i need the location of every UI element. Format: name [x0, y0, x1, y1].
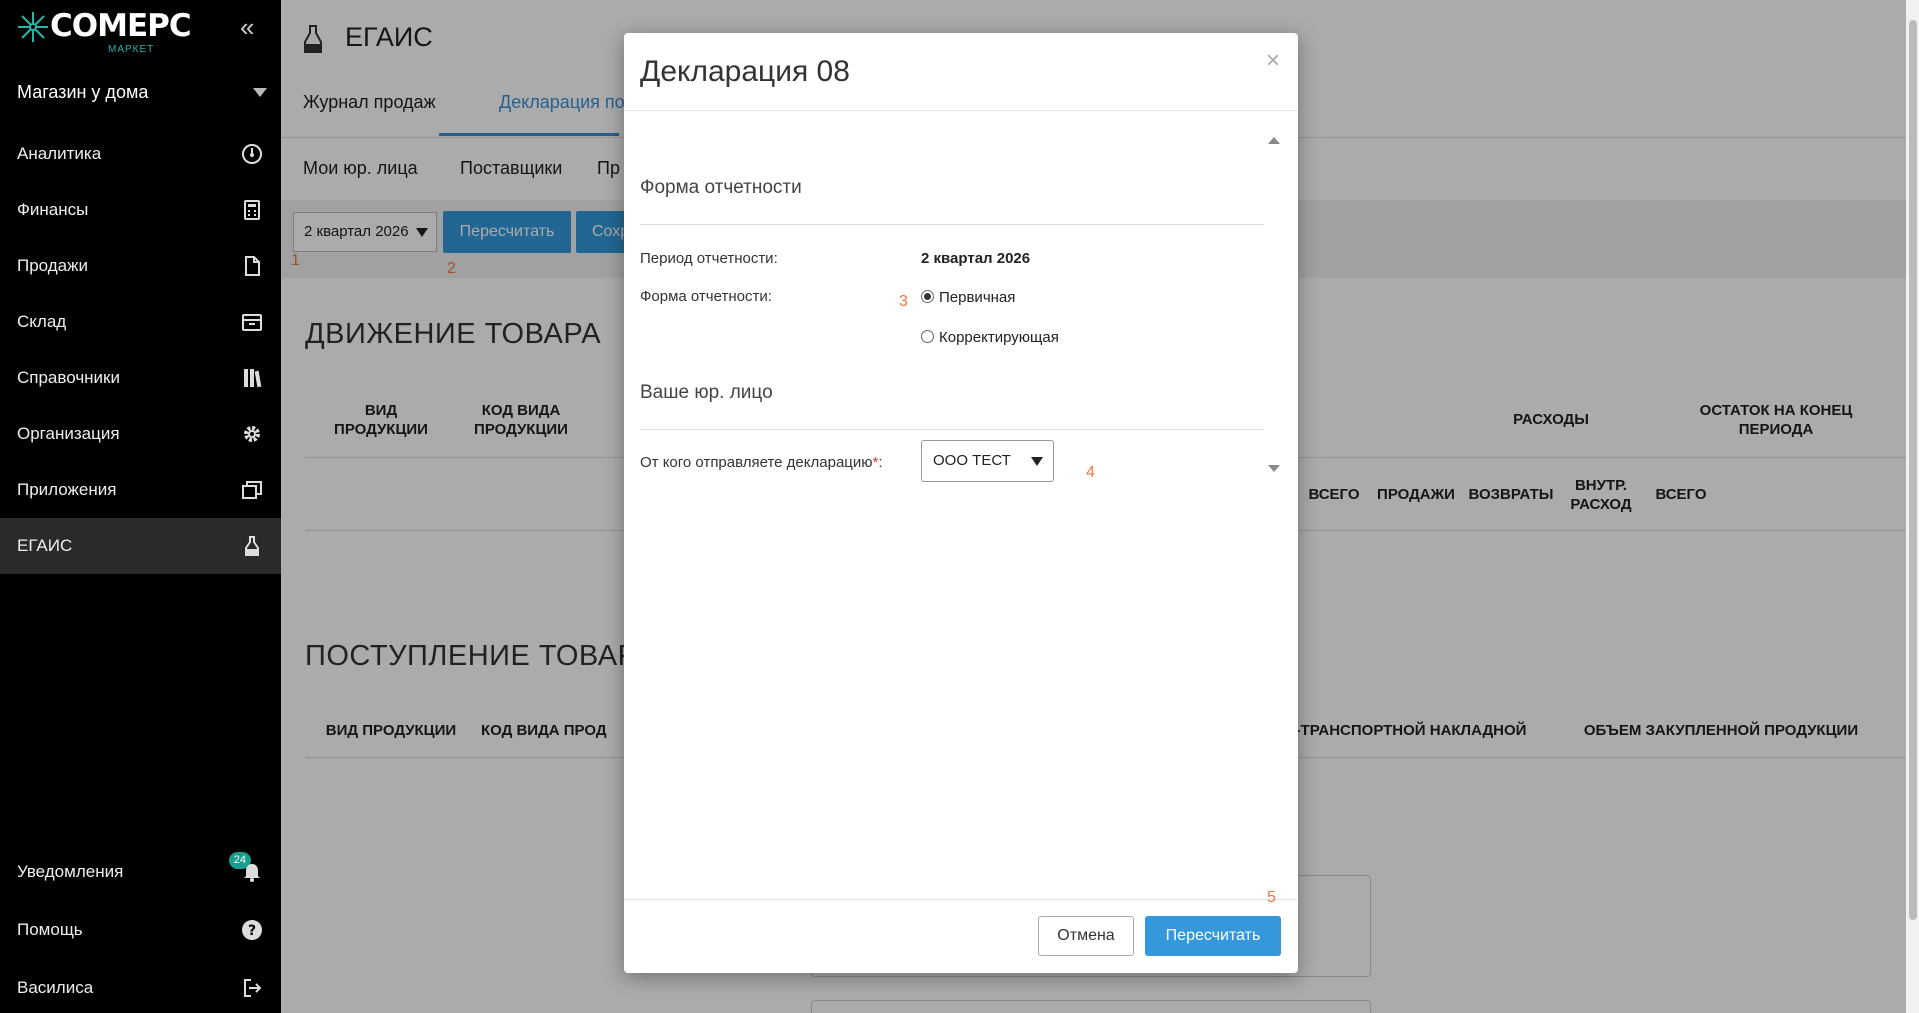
sidebar-item-sales[interactable]: Продажи: [0, 238, 281, 294]
section-report-form: Форма отчетности: [640, 177, 802, 198]
sidebar-item-label: Продажи: [17, 256, 88, 275]
sidebar-item-egais[interactable]: ЕГАИС: [0, 518, 281, 574]
collapse-sidebar-icon[interactable]: «: [240, 12, 254, 43]
chevron-down-icon: [1031, 457, 1043, 466]
logo[interactable]: COMEPC МАРКЕТ: [16, 6, 192, 56]
cancel-button[interactable]: Отмена: [1038, 916, 1134, 956]
sidebar-item-notifications[interactable]: Уведомления 24: [0, 844, 281, 900]
close-icon[interactable]: ×: [1266, 47, 1280, 75]
radio-label: Первичная: [939, 289, 1016, 306]
sidebar-item-directories[interactable]: Справочники: [0, 350, 281, 406]
gauge-icon: [242, 144, 262, 164]
modal-footer-divider: [624, 899, 1298, 900]
scrollbar-thumb[interactable]: [1909, 20, 1917, 920]
sidebar-item-help[interactable]: Помощь ?: [0, 902, 281, 958]
sidebar-item-label: Помощь: [17, 920, 83, 939]
sidebar-item-warehouse[interactable]: Склад: [0, 294, 281, 350]
sidebar-item-label: Справочники: [17, 368, 120, 387]
calculator-icon: [244, 200, 260, 220]
chevron-down-icon: [253, 88, 267, 97]
box-icon: [242, 314, 262, 331]
sidebar-item-label: Приложения: [17, 480, 117, 499]
gear-icon: [244, 426, 260, 442]
page-scrollbar[interactable]: [1906, 0, 1919, 1013]
radio-checked-icon: [921, 290, 934, 303]
document-icon: [245, 256, 260, 276]
scroll-down-icon[interactable]: [1268, 465, 1280, 472]
recalc-submit-button[interactable]: Пересчитать: [1145, 916, 1281, 956]
scroll-up-icon[interactable]: [1268, 137, 1280, 144]
sender-label-colon: :: [878, 454, 883, 471]
logo-sub: МАРКЕТ: [108, 44, 155, 55]
declaration-modal: Декларация 08 × Форма отчетности Период …: [624, 33, 1298, 973]
store-name: Магазин у дома: [17, 82, 149, 102]
sender-label-text: От кого отправляете декларацию: [640, 454, 873, 471]
sender-select-value: ООО ТЕСТ: [933, 452, 1011, 469]
section-divider: [640, 224, 1264, 225]
sidebar-item-label: Финансы: [17, 200, 89, 219]
sender-label: От кого отправляете декларацию*:: [640, 454, 883, 471]
sidebar-item-user[interactable]: Василиса: [0, 960, 281, 1013]
books-icon: [244, 369, 262, 388]
section-entity: Ваше юр. лицо: [640, 382, 773, 403]
sidebar-item-label: Аналитика: [17, 144, 102, 163]
modal-title: Декларация 08: [640, 55, 850, 88]
step-marker: 4: [1086, 464, 1095, 481]
sidebar-item-label: Организация: [17, 424, 120, 443]
modal-body: Форма отчетности Период отчетности: 2 кв…: [640, 133, 1264, 513]
sidebar: COMEPC МАРКЕТ « Магазин у дома Аналитика…: [0, 0, 281, 1013]
period-label: Период отчетности:: [640, 250, 778, 267]
sender-select[interactable]: ООО ТЕСТ: [921, 440, 1054, 482]
sidebar-item-label: ЕГАИС: [17, 536, 73, 555]
sidebar-item-label: Склад: [17, 312, 67, 331]
step-marker: 5: [1267, 889, 1276, 906]
sidebar-item-label: Василиса: [17, 978, 94, 997]
radio-unchecked-icon: [921, 330, 934, 343]
radio-primary[interactable]: Первичная: [921, 289, 1015, 306]
step-marker: 3: [899, 293, 908, 310]
logo-star-icon: [18, 12, 48, 42]
question-icon: ?: [242, 920, 262, 940]
sidebar-item-apps[interactable]: Приложения: [0, 462, 281, 518]
logo-brand: COMEPC: [50, 8, 192, 44]
windows-icon: [242, 481, 262, 499]
form-label: Форма отчетности:: [640, 288, 772, 305]
section-divider: [640, 429, 1264, 430]
radio-correcting[interactable]: Корректирующая: [921, 329, 1059, 346]
logout-icon: [244, 979, 262, 997]
sidebar-item-organization[interactable]: Организация: [0, 406, 281, 462]
store-selector[interactable]: Магазин у дома: [17, 82, 267, 103]
bell-icon: [244, 864, 260, 882]
radio-label: Корректирующая: [939, 329, 1059, 346]
period-value: 2 квартал 2026: [921, 250, 1031, 267]
svg-text:?: ?: [248, 923, 256, 939]
flask-icon: [245, 536, 259, 556]
sidebar-item-finance[interactable]: Финансы: [0, 182, 281, 238]
sidebar-item-label: Уведомления: [17, 862, 124, 881]
sidebar-item-analytics[interactable]: Аналитика: [0, 126, 281, 182]
modal-header-divider: [624, 110, 1298, 111]
